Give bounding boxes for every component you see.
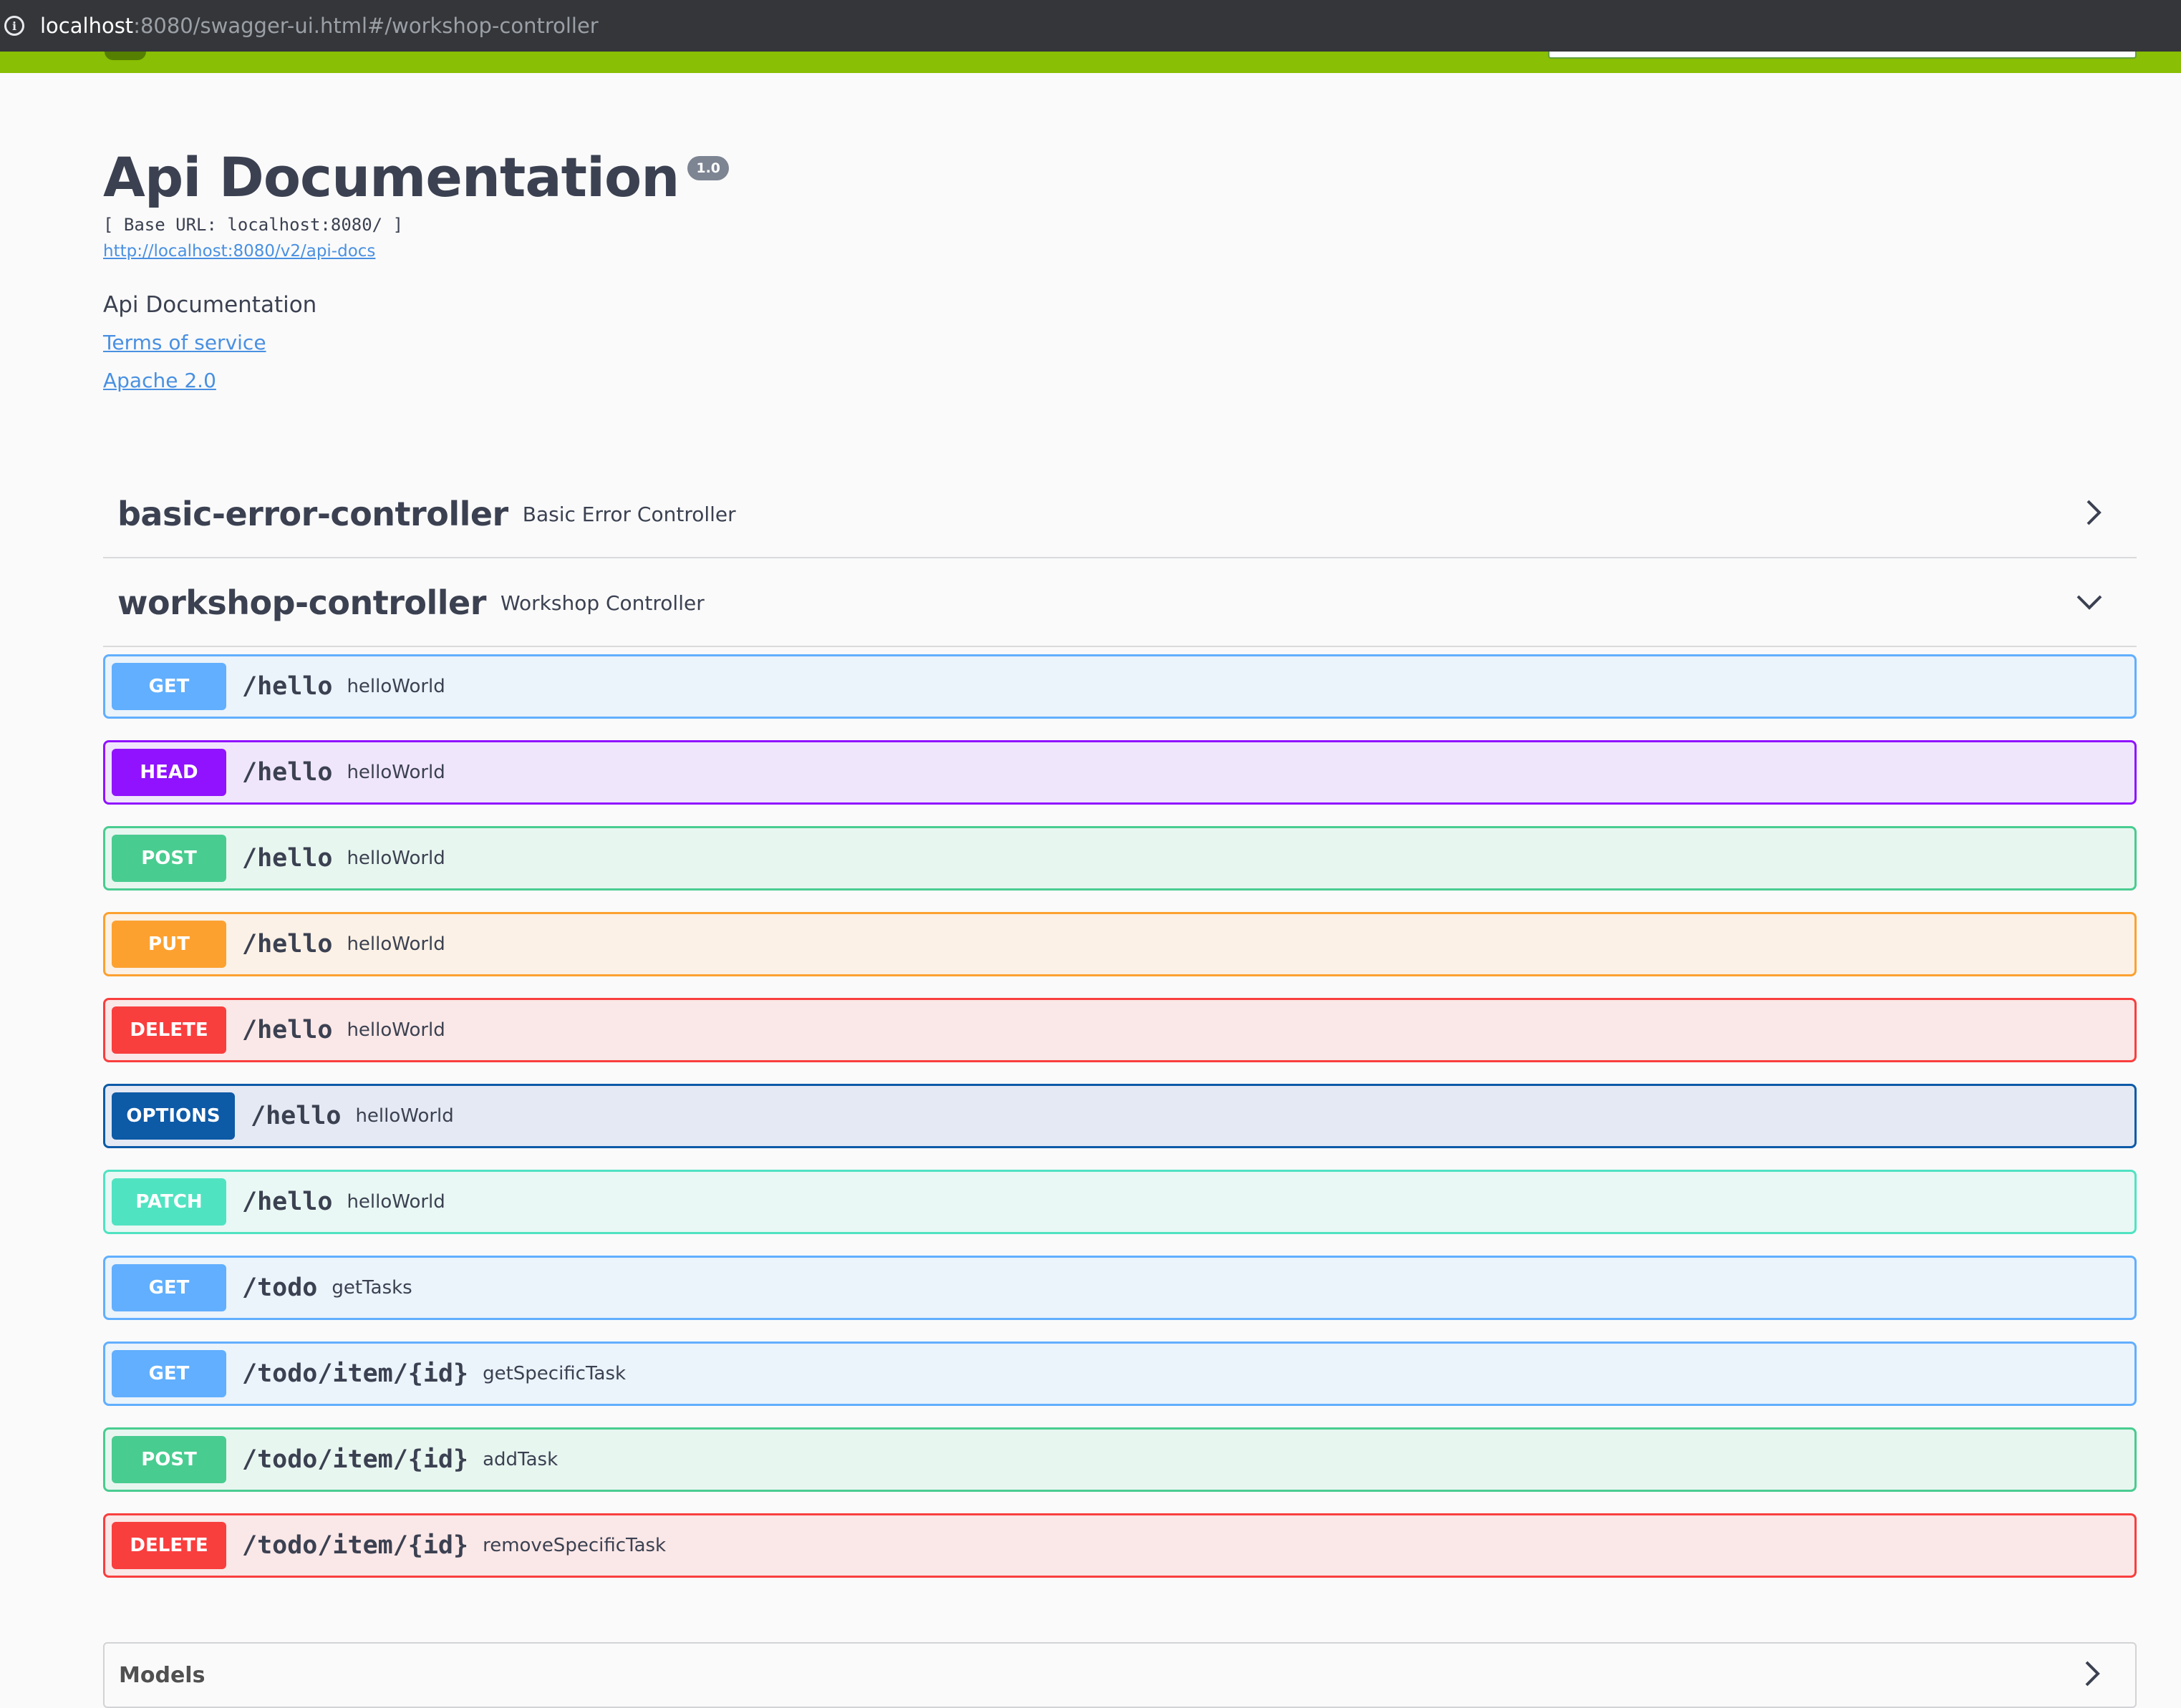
api-docs-link[interactable]: http://localhost:8080/v2/api-docs — [103, 242, 729, 261]
tag-description: Basic Error Controller — [522, 502, 736, 526]
method-badge: POST — [112, 1436, 226, 1483]
operation-summary: helloWorld — [347, 762, 445, 783]
tag-name: basic-error-controller — [117, 495, 508, 533]
operation-path: /hello — [242, 672, 333, 701]
method-badge: GET — [112, 1264, 226, 1311]
operation-path: /todo/item/{id} — [242, 1359, 469, 1388]
license-link[interactable]: Apache 2.0 — [103, 369, 729, 392]
models-title: Models — [119, 1662, 205, 1688]
models-section[interactable]: Models — [103, 1642, 2137, 1708]
method-badge: DELETE — [112, 1522, 226, 1569]
method-badge: POST — [112, 835, 226, 882]
operation-summary: helloWorld — [347, 676, 445, 697]
method-badge: OPTIONS — [112, 1092, 235, 1140]
page-title: Api Documentation — [103, 145, 680, 209]
chevron-right-icon[interactable] — [2081, 1659, 2102, 1691]
operation-get-todo[interactable]: GET /todo getTasks — [103, 1256, 2137, 1320]
operation-post-todo-item[interactable]: POST /todo/item/{id} addTask — [103, 1427, 2137, 1492]
api-info: Api Documentation 1.0 [ Base URL: localh… — [103, 143, 730, 392]
operation-path: /todo/item/{id} — [242, 1531, 469, 1560]
tag-description: Workshop Controller — [500, 591, 705, 615]
chevron-right-icon[interactable] — [2082, 498, 2104, 530]
operation-patch-hello[interactable]: PATCH /hello helloWorld — [103, 1170, 2137, 1234]
operation-summary: getTasks — [332, 1277, 412, 1299]
operation-summary: getSpecificTask — [483, 1363, 627, 1384]
operation-path: /todo/item/{id} — [242, 1445, 469, 1474]
method-badge: PATCH — [112, 1178, 226, 1226]
operation-path: /hello — [242, 844, 333, 873]
operation-get-todo-item[interactable]: GET /todo/item/{id} getSpecificTask — [103, 1341, 2137, 1406]
operation-path: /hello — [242, 1188, 333, 1216]
browser-url-bar[interactable]: i localhost:8080/swagger-ui.html#/worksh… — [0, 0, 2181, 52]
title-row: Api Documentation 1.0 — [103, 143, 730, 212]
api-description: Api Documentation — [103, 292, 317, 318]
swagger-logo-icon[interactable] — [105, 52, 146, 60]
url-host: localhost — [40, 14, 134, 38]
operation-path: /hello — [251, 1102, 342, 1130]
tag-basic-error-controller[interactable]: basic-error-controller Basic Error Contr… — [103, 471, 2137, 558]
operation-summary: addTask — [483, 1449, 558, 1470]
method-badge: HEAD — [112, 749, 226, 796]
tag-workshop-controller[interactable]: workshop-controller Workshop Controller — [103, 560, 2137, 647]
swagger-topbar — [0, 52, 2181, 73]
operation-path: /hello — [242, 1016, 333, 1044]
operation-put-hello[interactable]: PUT /hello helloWorld — [103, 912, 2137, 976]
operation-summary: helloWorld — [347, 1191, 445, 1213]
operation-summary: helloWorld — [355, 1105, 454, 1127]
spec-url-input[interactable] — [1548, 52, 2137, 59]
base-url: [ Base URL: localhost:8080/ ] — [103, 215, 404, 235]
operation-path: /hello — [242, 758, 333, 787]
operation-post-hello[interactable]: POST /hello helloWorld — [103, 826, 2137, 891]
method-badge: PUT — [112, 921, 226, 968]
url-text[interactable]: localhost:8080/swagger-ui.html#/workshop… — [40, 14, 599, 38]
operation-head-hello[interactable]: HEAD /hello helloWorld — [103, 740, 2137, 805]
operation-summary: helloWorld — [347, 848, 445, 869]
operation-delete-todo-item[interactable]: DELETE /todo/item/{id} removeSpecificTas… — [103, 1513, 2137, 1578]
chevron-down-icon[interactable] — [2075, 591, 2104, 615]
operation-path: /todo — [242, 1273, 318, 1302]
info-icon[interactable]: i — [4, 16, 24, 36]
operation-delete-hello[interactable]: DELETE /hello helloWorld — [103, 998, 2137, 1062]
method-badge: GET — [112, 1350, 226, 1397]
operation-get-hello[interactable]: GET /hello helloWorld — [103, 654, 2137, 719]
method-badge: GET — [112, 663, 226, 710]
url-path: :8080/swagger-ui.html#/workshop-controll… — [133, 14, 599, 38]
operation-summary: helloWorld — [347, 933, 445, 955]
tag-name: workshop-controller — [117, 583, 486, 622]
operation-path: /hello — [242, 930, 333, 959]
operation-summary: removeSpecificTask — [483, 1535, 667, 1556]
version-badge: 1.0 — [687, 156, 730, 180]
terms-of-service-link[interactable]: Terms of service — [103, 331, 729, 354]
operation-options-hello[interactable]: OPTIONS /hello helloWorld — [103, 1084, 2137, 1148]
method-badge: DELETE — [112, 1006, 226, 1054]
operation-summary: helloWorld — [347, 1019, 445, 1041]
